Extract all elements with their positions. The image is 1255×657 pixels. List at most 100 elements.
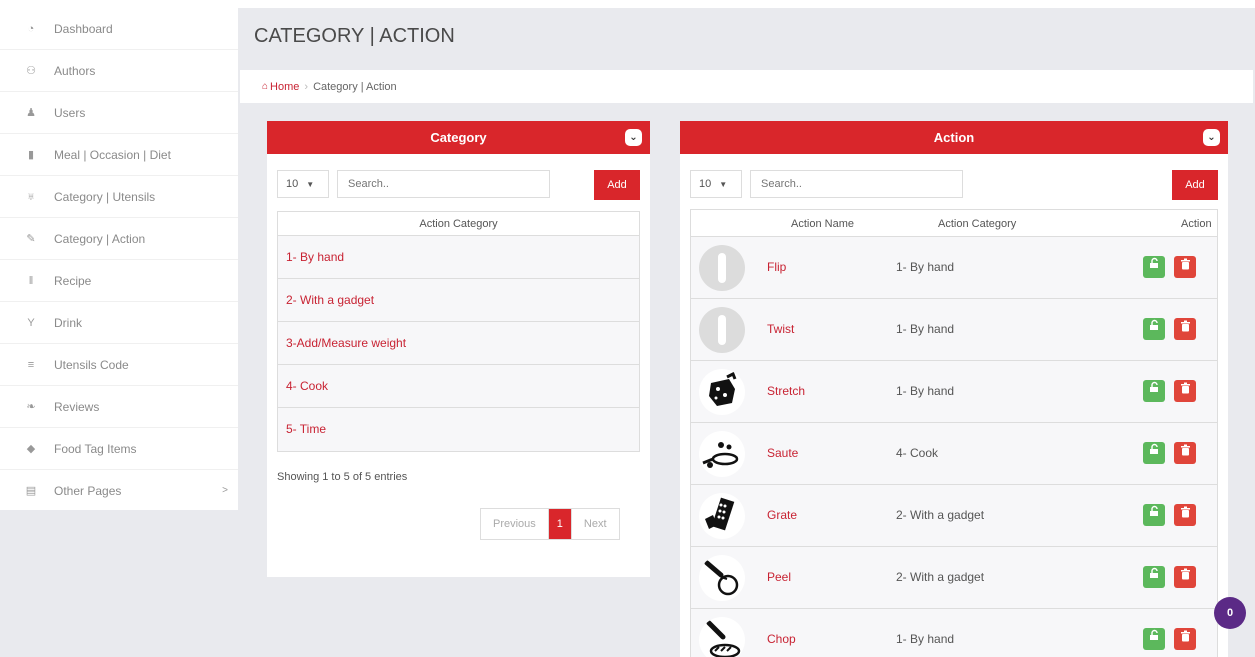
trash-icon[interactable] <box>1174 380 1196 402</box>
category-page-length-select[interactable]: 10 ▼ <box>277 170 329 198</box>
category-panel-title: Category <box>430 130 487 145</box>
trash-icon[interactable] <box>1174 504 1196 526</box>
category-column-header: Action Category <box>278 212 639 236</box>
category-page-length-value: 10 <box>286 178 299 190</box>
authors-icon: ⚇ <box>26 64 36 77</box>
sidebar-item[interactable]: ♅ Category | Utensils <box>0 176 238 218</box>
sidebar-item[interactable]: ◆ Food Tag Items <box>0 428 238 470</box>
unlock-icon[interactable] <box>1143 566 1165 588</box>
action-search-input[interactable] <box>750 170 963 198</box>
unlock-icon[interactable] <box>1143 628 1165 650</box>
category-row[interactable]: 5- Time <box>278 408 639 451</box>
notification-badge[interactable]: 0 <box>1214 597 1246 629</box>
barcode-icon: ≡ <box>27 358 35 371</box>
dashboard-icon: ◔ <box>27 22 35 35</box>
action-page-length-value: 10 <box>699 178 712 190</box>
action-name-link[interactable]: Saute <box>767 446 798 460</box>
action-panel-header: Action ⌄ <box>680 121 1228 154</box>
sidebar-item[interactable]: ✎ Category | Action <box>0 218 238 260</box>
sidebar-item[interactable]: ≡ Utensils Code <box>0 344 238 386</box>
action-name-link[interactable]: Peel <box>767 570 791 584</box>
action-panel-title: Action <box>933 130 975 145</box>
action-name-link[interactable]: Grate <box>767 508 797 522</box>
table-row: Saute 4- Cook <box>691 423 1217 485</box>
action-controls: 10 ▼ Add <box>680 154 1228 204</box>
pagination-previous[interactable]: Previous <box>481 509 549 539</box>
chevron-down-icon[interactable]: ⌄ <box>1203 129 1220 146</box>
saute-image <box>699 431 745 477</box>
header-action-category: Action Category <box>938 218 1017 230</box>
sidebar-item[interactable]: ǁ Recipe <box>0 260 238 302</box>
unlock-icon[interactable] <box>1143 318 1165 340</box>
sidebar-empty-area <box>0 510 238 657</box>
pagination-next[interactable]: Next <box>570 509 619 539</box>
table-row: Grate 2- With a gadget <box>691 485 1217 547</box>
peel-image <box>699 555 745 601</box>
sidebar-item[interactable]: ❧ Reviews <box>0 386 238 428</box>
sidebar-item-label: Users <box>54 105 86 120</box>
action-panel: Action ⌄ 10 ▼ Add Action Name Action Cat… <box>680 121 1228 657</box>
sidebar-menu: ◔ Dashboard ⚇ Authors ♟ Users ▮ Meal | Occasion… <box>0 8 238 512</box>
caret-down-icon: ▼ <box>719 179 728 189</box>
breadcrumb-current: Category | Action <box>313 80 397 93</box>
action-rows: Flip 1- By hand Twist 1- By hand Stretch 1- B… <box>691 237 1217 657</box>
sidebar-item[interactable]: ▤ Other Pages > <box>0 470 238 512</box>
action-category: 2- With a gadget <box>896 570 985 584</box>
action-name-link[interactable]: Twist <box>767 322 794 336</box>
top-strip <box>0 0 1255 8</box>
trash-icon[interactable] <box>1174 256 1196 278</box>
action-name-link[interactable]: Stretch <box>767 384 805 398</box>
spoon-icon <box>718 253 726 283</box>
sidebar-item[interactable]: Y Drink <box>0 302 238 344</box>
category-add-button[interactable]: Add <box>594 170 640 200</box>
table-row: Peel 2- With a gadget <box>691 547 1217 609</box>
category-row[interactable]: 2- With a gadget <box>278 279 639 322</box>
category-row[interactable]: 3-Add/Measure weight <box>278 322 639 365</box>
unlock-icon[interactable] <box>1143 256 1165 278</box>
page-title: CATEGORY | ACTION <box>254 25 455 47</box>
action-category: 1- By hand <box>896 632 955 646</box>
sidebar-item[interactable]: ▮ Meal | Occasion | Diet <box>0 134 238 176</box>
breadcrumb: ⌂ Home › Category | Action <box>240 70 1253 103</box>
user-icon: ♟ <box>26 106 36 119</box>
category-row[interactable]: 1- By hand <box>278 236 639 279</box>
category-row[interactable]: 4- Cook <box>278 365 639 408</box>
glass-icon: Y <box>27 316 35 329</box>
sidebar-item-label: Recipe <box>54 273 92 288</box>
unlock-icon[interactable] <box>1143 504 1165 526</box>
action-add-button[interactable]: Add <box>1172 170 1218 200</box>
category-rows: 1- By hand 2- With a gadget 3-Add/Measure … <box>278 236 639 451</box>
action-page-length-select[interactable]: 10 ▼ <box>690 170 742 198</box>
sidebar-item[interactable]: ♟ Users <box>0 92 238 134</box>
action-name-link[interactable]: Chop <box>767 632 796 646</box>
table-row: Twist 1- By hand <box>691 299 1217 361</box>
category-search-input[interactable] <box>337 170 550 198</box>
trash-icon[interactable] <box>1174 628 1196 650</box>
breadcrumb-home-link[interactable]: ⌂ Home <box>262 81 299 93</box>
action-category: 2- With a gadget <box>896 508 985 522</box>
pagination-page-1[interactable]: 1 <box>548 509 571 539</box>
chevron-down-icon[interactable]: ⌄ <box>625 129 642 146</box>
sidebar: ◔ Dashboard ⚇ Authors ♟ Users ▮ Meal | Occasion… <box>0 8 238 657</box>
breadcrumb-separator: › <box>304 80 309 93</box>
trash-icon[interactable] <box>1174 566 1196 588</box>
sidebar-item[interactable]: ⚇ Authors <box>0 50 238 92</box>
sidebar-item-label: Category | Action <box>54 231 146 246</box>
trash-icon[interactable] <box>1174 442 1196 464</box>
placeholder-image <box>699 245 745 291</box>
action-name-link[interactable]: Flip <box>767 260 786 274</box>
action-table-header: Action Name Action Category Action <box>691 210 1217 237</box>
unlock-icon[interactable] <box>1143 442 1165 464</box>
unlock-icon[interactable] <box>1143 380 1165 402</box>
sidebar-item-label: Other Pages <box>54 483 122 498</box>
category-table: Action Category 1- By hand 2- With a gadg… <box>277 211 640 452</box>
table-row: Stretch 1- By hand <box>691 361 1217 423</box>
sidebar-item-label: Food Tag Items <box>54 441 137 456</box>
trash-icon[interactable] <box>1174 318 1196 340</box>
action-category: 1- By hand <box>896 384 955 398</box>
sidebar-item[interactable]: ◔ Dashboard <box>0 8 238 50</box>
action-category: 4- Cook <box>896 446 939 460</box>
bookmark-icon: ▮ <box>27 148 35 161</box>
trophy-icon: ♅ <box>26 190 36 203</box>
placeholder-image <box>699 307 745 353</box>
